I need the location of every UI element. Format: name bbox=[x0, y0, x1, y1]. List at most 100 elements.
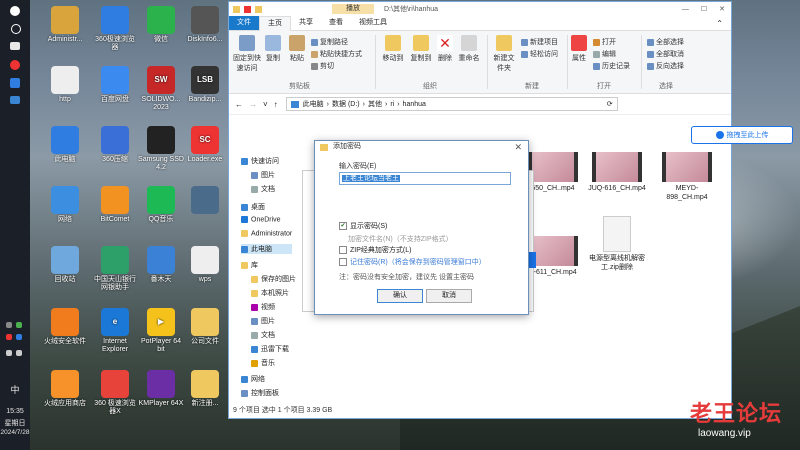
nav-item[interactable]: 视频 bbox=[251, 302, 275, 312]
app-taskbar-icon[interactable] bbox=[10, 78, 20, 88]
new-item-button[interactable]: 新建项目 bbox=[521, 37, 558, 47]
desktop-icon[interactable]: 网络 bbox=[42, 186, 88, 224]
tab-home[interactable]: 主页 bbox=[259, 15, 291, 31]
new-folder-button[interactable]: 新建文件夹 bbox=[491, 35, 517, 73]
tray-nvidia-icon[interactable] bbox=[16, 322, 22, 328]
nav-item[interactable]: 控制面板 bbox=[241, 388, 279, 398]
nav-item[interactable]: 文档 bbox=[251, 330, 275, 340]
desktop-icon[interactable]: http bbox=[42, 66, 88, 104]
edit-button[interactable]: 编辑 bbox=[593, 49, 616, 59]
password-input[interactable]: 上老王论坛当老王 bbox=[339, 172, 511, 185]
browser-taskbar-icon[interactable] bbox=[10, 60, 20, 70]
desktop-icon[interactable]: 百度网盘 bbox=[92, 66, 138, 104]
show-password-checkbox[interactable]: ✔ 显示密码(S) bbox=[339, 221, 387, 231]
desktop-icon[interactable]: DiskInfo6... bbox=[182, 6, 228, 44]
remember-password-checkbox[interactable]: 记住密码(R)（将会保存到密码管理窗口中） bbox=[339, 257, 486, 267]
nav-item[interactable]: 图片 bbox=[251, 316, 275, 326]
tab-video-tools[interactable]: 视频工具 bbox=[351, 16, 395, 30]
master-password-note[interactable]: 注：密码没有安全加密，建议先 设置主密码 bbox=[339, 272, 474, 282]
nav-item[interactable]: Administrator bbox=[241, 230, 292, 237]
cancel-button[interactable]: 取消 bbox=[426, 289, 472, 303]
input-language[interactable]: 中 bbox=[0, 383, 30, 396]
properties-quick-icon[interactable] bbox=[244, 5, 251, 13]
paste-button[interactable]: 粘贴 bbox=[287, 35, 307, 63]
desktop-icon[interactable]: 中国天山银行网银助手 bbox=[92, 246, 138, 292]
desktop-icon[interactable]: 微信 bbox=[138, 6, 184, 44]
task-view-icon[interactable] bbox=[10, 42, 20, 50]
up-icon[interactable]: ↑ bbox=[274, 100, 278, 109]
desktop-icon[interactable]: 此电脑 bbox=[42, 126, 88, 164]
cut-button[interactable]: 剪切 bbox=[311, 61, 334, 71]
desktop-icon[interactable] bbox=[182, 186, 228, 216]
breadcrumb-1[interactable]: 此电脑 bbox=[303, 99, 324, 109]
close-icon[interactable]: ✕ bbox=[719, 5, 725, 13]
desktop-icon[interactable]: SW SOLIDWO... 2023 bbox=[138, 66, 184, 112]
paste-shortcut-button[interactable]: 粘贴快捷方式 bbox=[311, 49, 362, 59]
desktop-icon[interactable]: QQ音乐 bbox=[138, 186, 184, 224]
select-none-button[interactable]: 全部取消 bbox=[647, 49, 684, 59]
search-icon[interactable] bbox=[11, 24, 21, 34]
maximize-icon[interactable]: ☐ bbox=[701, 5, 707, 13]
file-item[interactable]: MEYD-898_CH.mp4 bbox=[657, 152, 717, 202]
copy-button[interactable]: 复制 bbox=[263, 35, 283, 63]
address-bar[interactable]: 此电脑 › 数据 (D:) › 其他 › ri › hanhua ⟳ bbox=[285, 97, 618, 111]
confirm-button[interactable]: 确认 bbox=[377, 289, 423, 303]
ribbon-collapse-icon[interactable]: ⌃ bbox=[716, 19, 723, 28]
desktop-icon[interactable]: 公司文件 bbox=[182, 308, 228, 346]
nav-item[interactable]: 库 bbox=[241, 260, 258, 270]
explorer-taskbar-icon[interactable] bbox=[10, 96, 20, 104]
nav-item[interactable]: 此电脑 bbox=[241, 244, 292, 254]
nav-item[interactable]: 保存的图片 bbox=[251, 274, 296, 284]
desktop-icon[interactable]: wps bbox=[182, 246, 228, 284]
desktop-icon[interactable]: 回收站 bbox=[42, 246, 88, 284]
file-item[interactable]: 电源型离线机解密工.zip删除 bbox=[587, 216, 647, 272]
desktop-icon[interactable]: 火绒应用商店 bbox=[42, 370, 88, 408]
easy-access-button[interactable]: 轻松访问 bbox=[521, 49, 558, 59]
nav-item[interactable]: 迅雷下载 bbox=[251, 344, 289, 354]
delete-button[interactable]: ✕ 删除 bbox=[435, 35, 455, 63]
desktop-icon[interactable]: e Internet Explorer bbox=[92, 308, 138, 354]
move-to-button[interactable]: 移动到 bbox=[379, 35, 407, 63]
desktop-icon[interactable]: 360 极速浏览器X bbox=[92, 370, 138, 416]
file-item[interactable]: JUQ-616_CH.mp4 bbox=[587, 152, 647, 193]
breadcrumb-2[interactable]: 数据 (D:) bbox=[332, 99, 360, 109]
history-button[interactable]: 历史记录 bbox=[593, 61, 630, 71]
tray-security-icon[interactable] bbox=[6, 334, 12, 340]
forward-icon[interactable]: → bbox=[249, 100, 257, 109]
tab-file[interactable]: 文件 bbox=[229, 16, 259, 30]
rename-button[interactable]: 重命名 bbox=[457, 35, 481, 63]
copy-to-button[interactable]: 复制到 bbox=[407, 35, 435, 63]
tab-view[interactable]: 查看 bbox=[321, 16, 351, 30]
breadcrumb-4[interactable]: ri bbox=[390, 101, 394, 108]
upload-drop-button[interactable]: 拖拽至此上传 bbox=[691, 126, 793, 144]
desktop-icon[interactable]: 火绒安全软件 bbox=[42, 308, 88, 346]
nav-item[interactable]: OneDrive bbox=[241, 216, 281, 223]
tray-icon[interactable] bbox=[6, 322, 12, 328]
desktop-icon[interactable]: KMPlayer 64X bbox=[138, 370, 184, 408]
network-icon[interactable] bbox=[6, 350, 12, 356]
context-tab-play[interactable]: 播放 bbox=[332, 4, 374, 14]
select-all-button[interactable]: 全部选择 bbox=[647, 37, 684, 47]
breadcrumb-5[interactable]: hanhua bbox=[403, 101, 426, 108]
start-icon[interactable] bbox=[10, 6, 20, 16]
desktop-icon[interactable]: ▶ PotPlayer 64 bit bbox=[138, 308, 184, 354]
clock-time[interactable]: 15:35 bbox=[0, 408, 30, 415]
invert-selection-button[interactable]: 反向选择 bbox=[647, 61, 684, 71]
dialog-close-icon[interactable]: ✕ bbox=[514, 142, 522, 153]
desktop-icon[interactable]: 360压缩 bbox=[92, 126, 138, 164]
nav-item[interactable]: 文档 bbox=[251, 184, 275, 194]
recent-icon[interactable]: ˅ bbox=[263, 100, 268, 109]
open-button[interactable]: 打开 bbox=[593, 37, 616, 47]
refresh-icon[interactable]: ⟳ bbox=[607, 100, 613, 108]
nav-item[interactable]: 桌面 bbox=[241, 202, 265, 212]
nav-item[interactable]: 网络 bbox=[241, 374, 265, 384]
zip-classic-checkbox[interactable]: ZIP经典加密方式(L) bbox=[339, 245, 411, 255]
nav-item[interactable]: 音乐 bbox=[251, 358, 275, 368]
desktop-icon[interactable]: SC Loader.exe bbox=[182, 126, 228, 164]
copy-path-button[interactable]: 复制路径 bbox=[311, 37, 348, 47]
desktop-icon[interactable]: Administr... bbox=[42, 6, 88, 44]
breadcrumb-3[interactable]: 其他 bbox=[368, 99, 382, 109]
properties-button[interactable]: 属性 bbox=[569, 35, 589, 63]
nav-item[interactable]: 图片 bbox=[251, 170, 275, 180]
nav-item[interactable]: 快速访问 bbox=[241, 156, 279, 166]
